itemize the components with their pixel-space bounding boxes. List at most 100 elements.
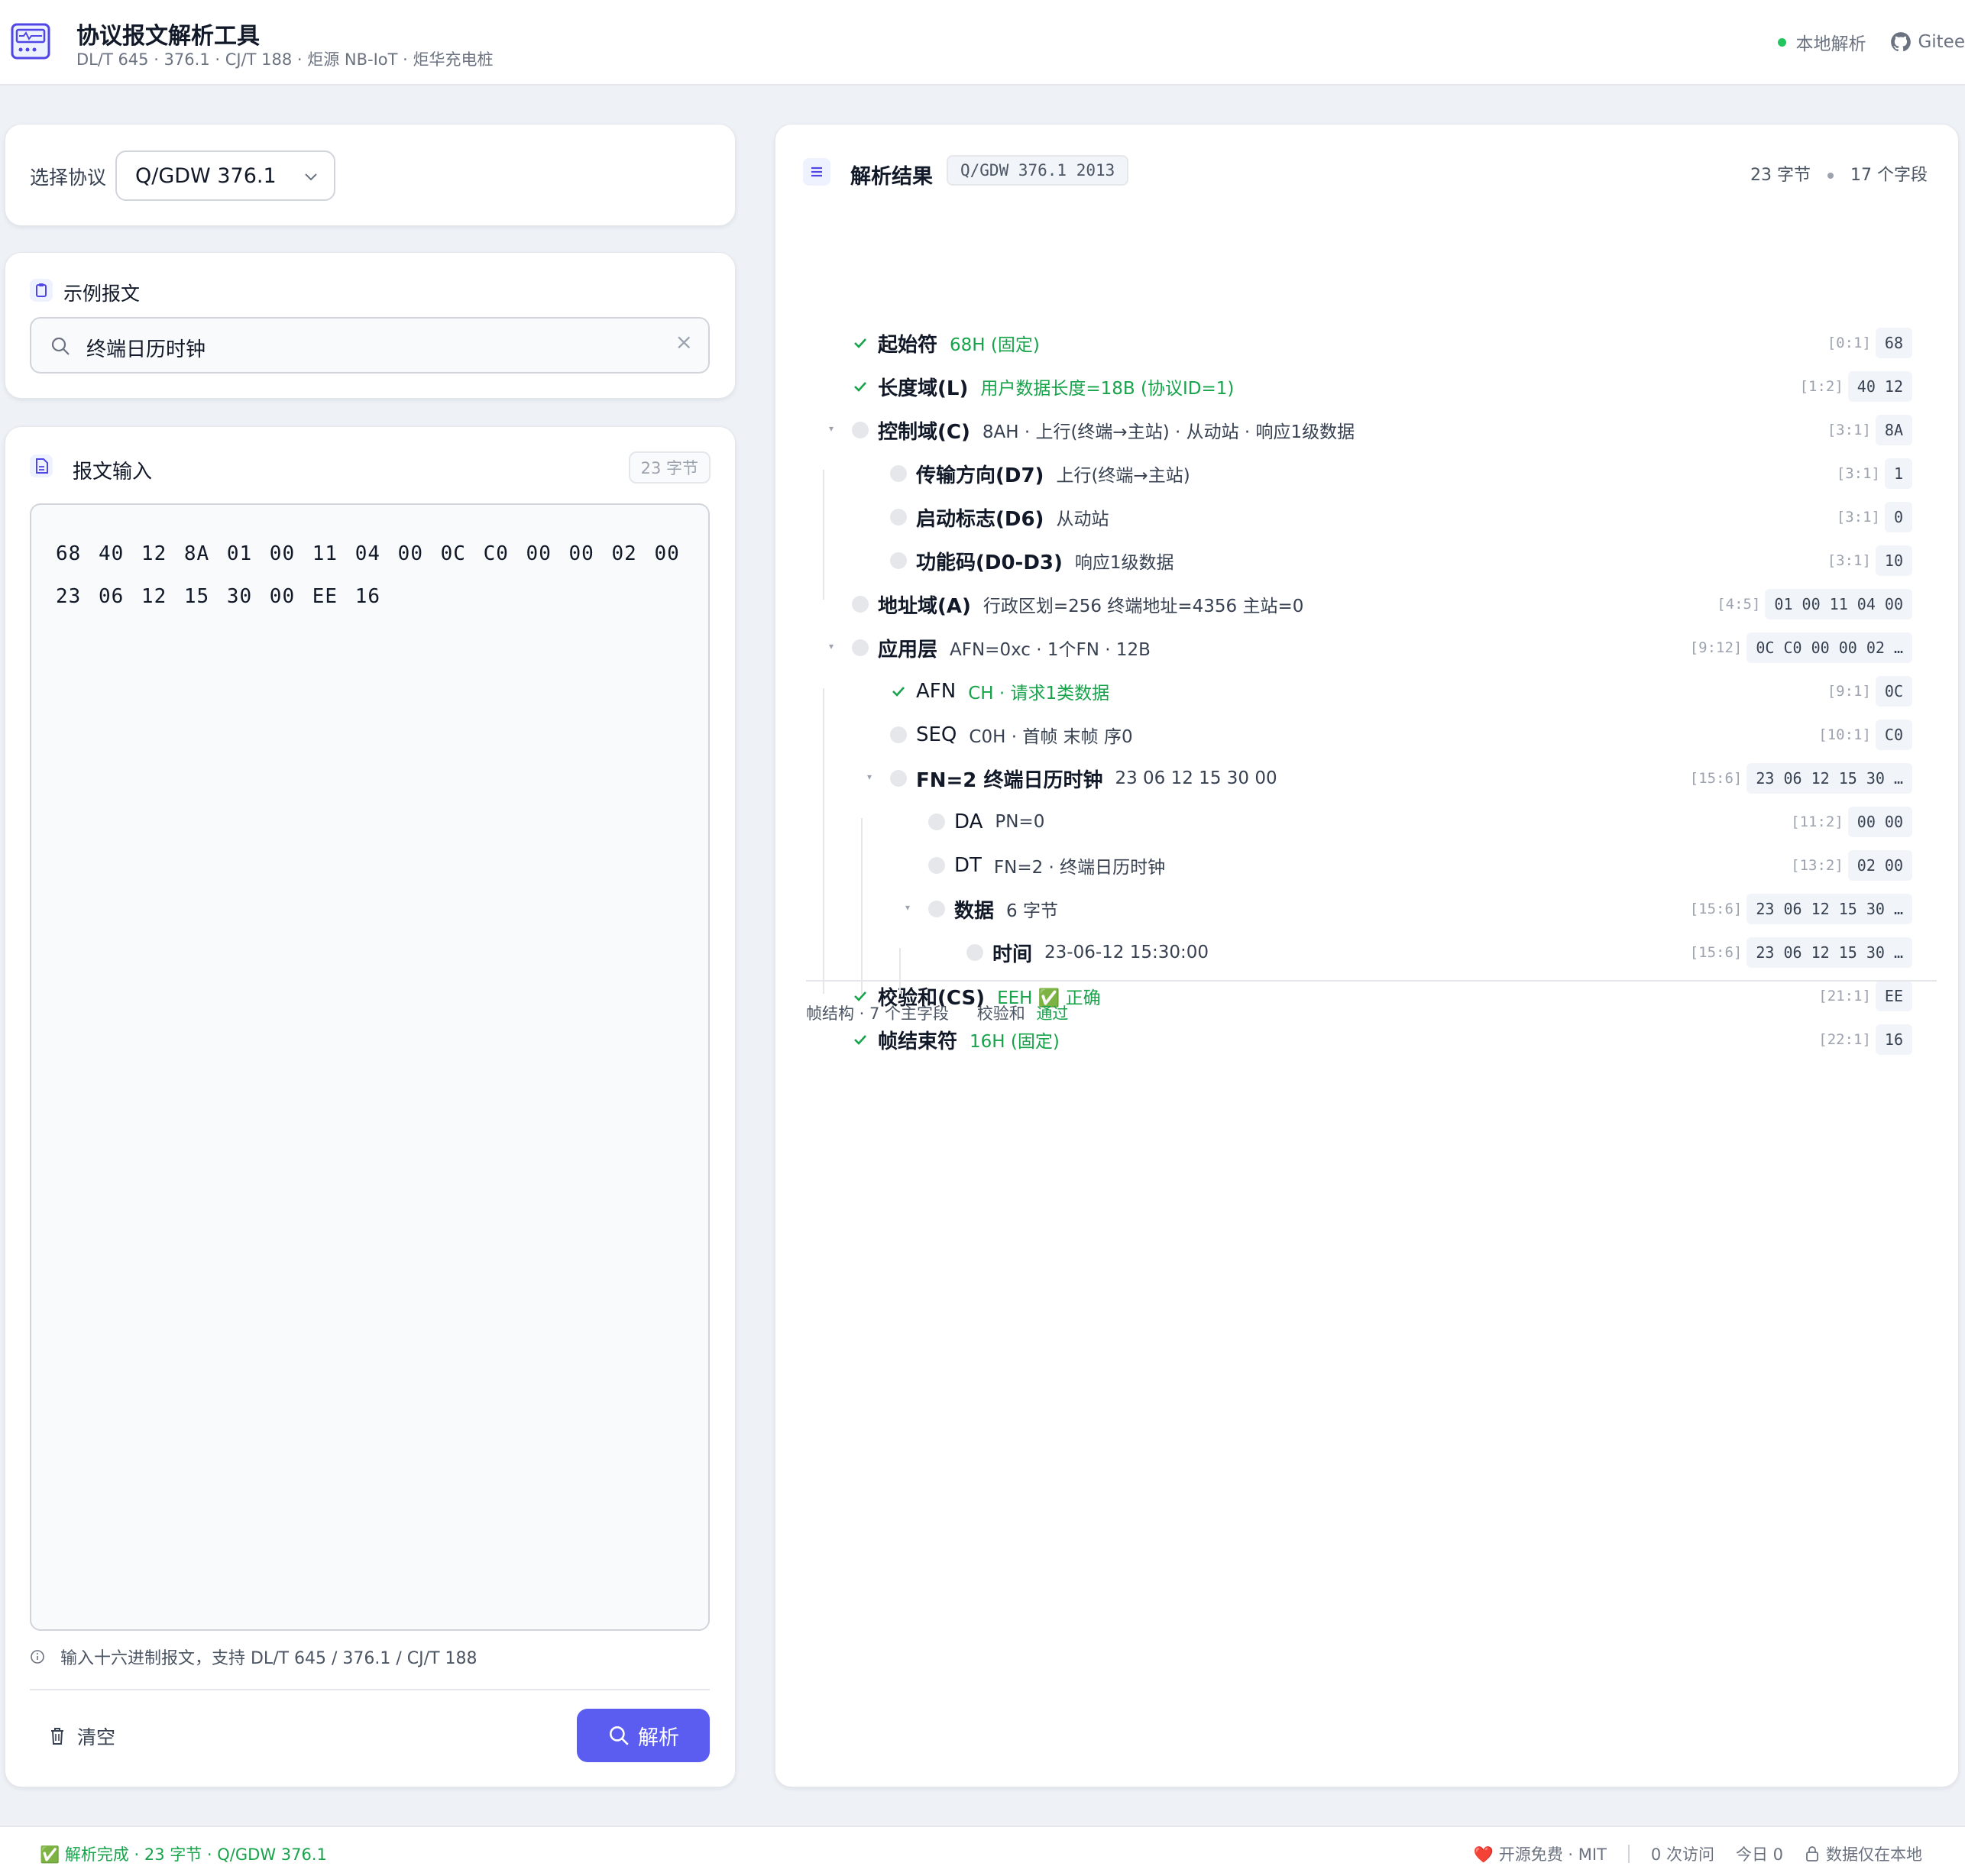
tree-row: 地址域(A) 行政区划=256 终端地址=4356 主站=0 (849, 587, 1303, 622)
byte-range-info: [4:5] 01 00 11 04 00 (1717, 587, 1912, 622)
field-value: 8AH · 上行(终端→主站) · 从动站 · 响应1级数据 (982, 422, 1355, 442)
field-hex: EE (1875, 981, 1912, 1011)
result-divider (806, 980, 1937, 982)
node-dot-icon (849, 636, 872, 659)
field-name: 起始符 (878, 333, 938, 357)
field-value: 用户数据长度=18B (协议ID=1) (980, 379, 1235, 399)
field-hex: 02 00 (1847, 850, 1912, 881)
byte-count-badge: 23 字节 (628, 451, 711, 484)
example-search-value: 终端日历时钟 (86, 338, 206, 361)
field-hex: 0C (1875, 676, 1912, 707)
result-title: 解析结果 (850, 165, 933, 189)
today-count: 今日 0 (1735, 1845, 1783, 1864)
field-value: 23-06-12 15:30:00 (1044, 943, 1209, 962)
result-field-count: 17 个字段 (1850, 166, 1928, 185)
clear-search-icon[interactable]: × (675, 329, 693, 354)
tree-row: 启动标志(D6) 从动站 (887, 500, 1109, 535)
list-icon (803, 158, 830, 186)
tree-row[interactable]: 控制域(C) 8AH · 上行(终端→主站) · 从动站 · 响应1级数据 (849, 412, 1355, 448)
field-value: FN=2 · 终端日历时钟 (993, 858, 1166, 878)
field-hex: 23 06 12 15 30 … (1746, 894, 1912, 924)
field-name: 启动标志(D6) (916, 507, 1044, 531)
expand-caret-icon[interactable]: ▾ (829, 423, 834, 434)
checksum-label: 校验和 (976, 1004, 1025, 1023)
privacy-label: 数据仅在本地 (1826, 1845, 1922, 1864)
byte-range: [1:2] (1799, 378, 1844, 395)
info-icon (31, 1650, 44, 1664)
field-value: PN=0 (995, 812, 1045, 832)
node-dot-icon (887, 767, 910, 790)
field-name: SEQ (916, 723, 957, 746)
field-value: 6 字节 (1006, 901, 1058, 921)
protocol-selected-value: Q/GDW 376.1 (135, 164, 277, 188)
footer-info: ❤️ 开源免费 · MIT 0 次访问 今日 0 数据仅在本地 (1474, 1842, 1922, 1865)
tree-row: DT FN=2 · 终端日历时钟 (925, 848, 1165, 883)
clear-button[interactable]: 清空 (48, 1722, 115, 1750)
expand-caret-icon[interactable]: ▾ (867, 771, 872, 782)
result-stats: 23 字节 17 个字段 (1750, 161, 1928, 186)
node-dot-icon (887, 462, 910, 485)
tree-row: AFN CH · 请求1类数据 (887, 674, 1109, 709)
byte-range-info: [1:2] 40 12 (1800, 369, 1912, 404)
search-icon (610, 1726, 629, 1745)
tree-guide-line (899, 948, 901, 994)
tree-row: 功能码(D0-D3) 响应1级数据 (887, 543, 1174, 578)
github-icon (1891, 32, 1912, 52)
tree-row[interactable]: 数据 6 字节 (925, 891, 1058, 927)
app-header: 协议报文解析工具 DL/T 645 · 376.1 · CJ/T 188 · 炬… (0, 0, 1965, 86)
example-card: 示例报文 终端日历时钟 × (5, 252, 736, 399)
parse-button[interactable]: 解析 (577, 1709, 710, 1762)
byte-range-info: [0:1] 68 (1827, 325, 1912, 361)
field-name: 功能码(D0-D3) (916, 551, 1063, 574)
protocol-label: 选择协议 (30, 167, 107, 189)
node-dot-icon (963, 941, 986, 964)
tree-row: 传输方向(D7) 上行(终端→主站) (887, 456, 1190, 491)
protocol-version-tag: Q/GDW 376.1 2013 (947, 155, 1129, 186)
byte-range: [21:1] (1818, 988, 1871, 1004)
protocol-select[interactable]: Q/GDW 376.1 (115, 150, 335, 201)
node-dot-icon (887, 549, 910, 572)
tree-row[interactable]: 应用层 AFN=0xc · 1个FN · 12B (849, 630, 1151, 665)
parse-button-label: 解析 (638, 1726, 679, 1750)
frame-structure-summary: 帧结构 · 7 个主字段 (806, 1004, 950, 1023)
byte-range-info: [21:1] EE (1818, 978, 1912, 1014)
field-hex: C0 (1875, 720, 1912, 750)
tree-row: SEQ C0H · 首帧 末帧 序0 (887, 717, 1133, 752)
field-hex: 23 06 12 15 30 … (1746, 763, 1912, 794)
field-value: 上行(终端→主站) (1056, 466, 1190, 486)
status-bar: ✅ 解析完成 · 23 字节 · Q/GDW 376.1 ❤️ 开源免费 · M… (0, 1826, 1965, 1876)
byte-range: [10:1] (1818, 726, 1871, 743)
tree-row: DA PN=0 (925, 804, 1044, 839)
field-name: DA (954, 810, 983, 833)
gitee-link[interactable]: Gitee (1890, 31, 1965, 53)
header-actions: 本地解析 Gitee (1778, 29, 1965, 55)
field-hex: 40 12 (1847, 371, 1912, 402)
field-hex: 0 (1884, 502, 1912, 532)
expand-caret-icon[interactable]: ▾ (829, 641, 834, 652)
example-search-input[interactable]: 终端日历时钟 × (30, 317, 710, 374)
byte-range: [15:6] (1689, 770, 1743, 787)
byte-range: [15:6] (1689, 901, 1743, 917)
byte-range-info: [15:6] 23 06 12 15 30 … (1690, 761, 1912, 796)
byte-range: [3:1] (1836, 509, 1880, 526)
hex-input-textarea[interactable]: 68 40 12 8A 01 00 11 04 00 0C C0 00 00 0… (30, 503, 710, 1631)
field-name: AFN (916, 680, 957, 703)
expand-caret-icon[interactable]: ▾ (905, 902, 910, 913)
search-icon (51, 337, 70, 355)
node-dot-icon (849, 419, 872, 442)
byte-range: [4:5] (1717, 596, 1761, 613)
field-name: 时间 (992, 943, 1033, 966)
privacy-note: 数据仅在本地 (1805, 1842, 1922, 1865)
byte-range-info: [11:2] 00 00 (1791, 804, 1912, 839)
tree-row: 帧结束符 16H (固定) (849, 1022, 1060, 1057)
field-name: 控制域(C) (878, 420, 970, 444)
tree-guide-line (823, 470, 824, 600)
node-dot-icon (925, 898, 948, 920)
check-icon (849, 375, 872, 398)
byte-range: [3:1] (1827, 422, 1871, 438)
field-hex: 8A (1875, 415, 1912, 445)
separator-dot (1827, 173, 1834, 179)
tree-row[interactable]: FN=2 终端日历时钟 23 06 12 15 30 00 (887, 761, 1277, 796)
status-dot-icon (1778, 37, 1787, 47)
field-value: C0H · 首帧 末帧 序0 (969, 727, 1133, 747)
